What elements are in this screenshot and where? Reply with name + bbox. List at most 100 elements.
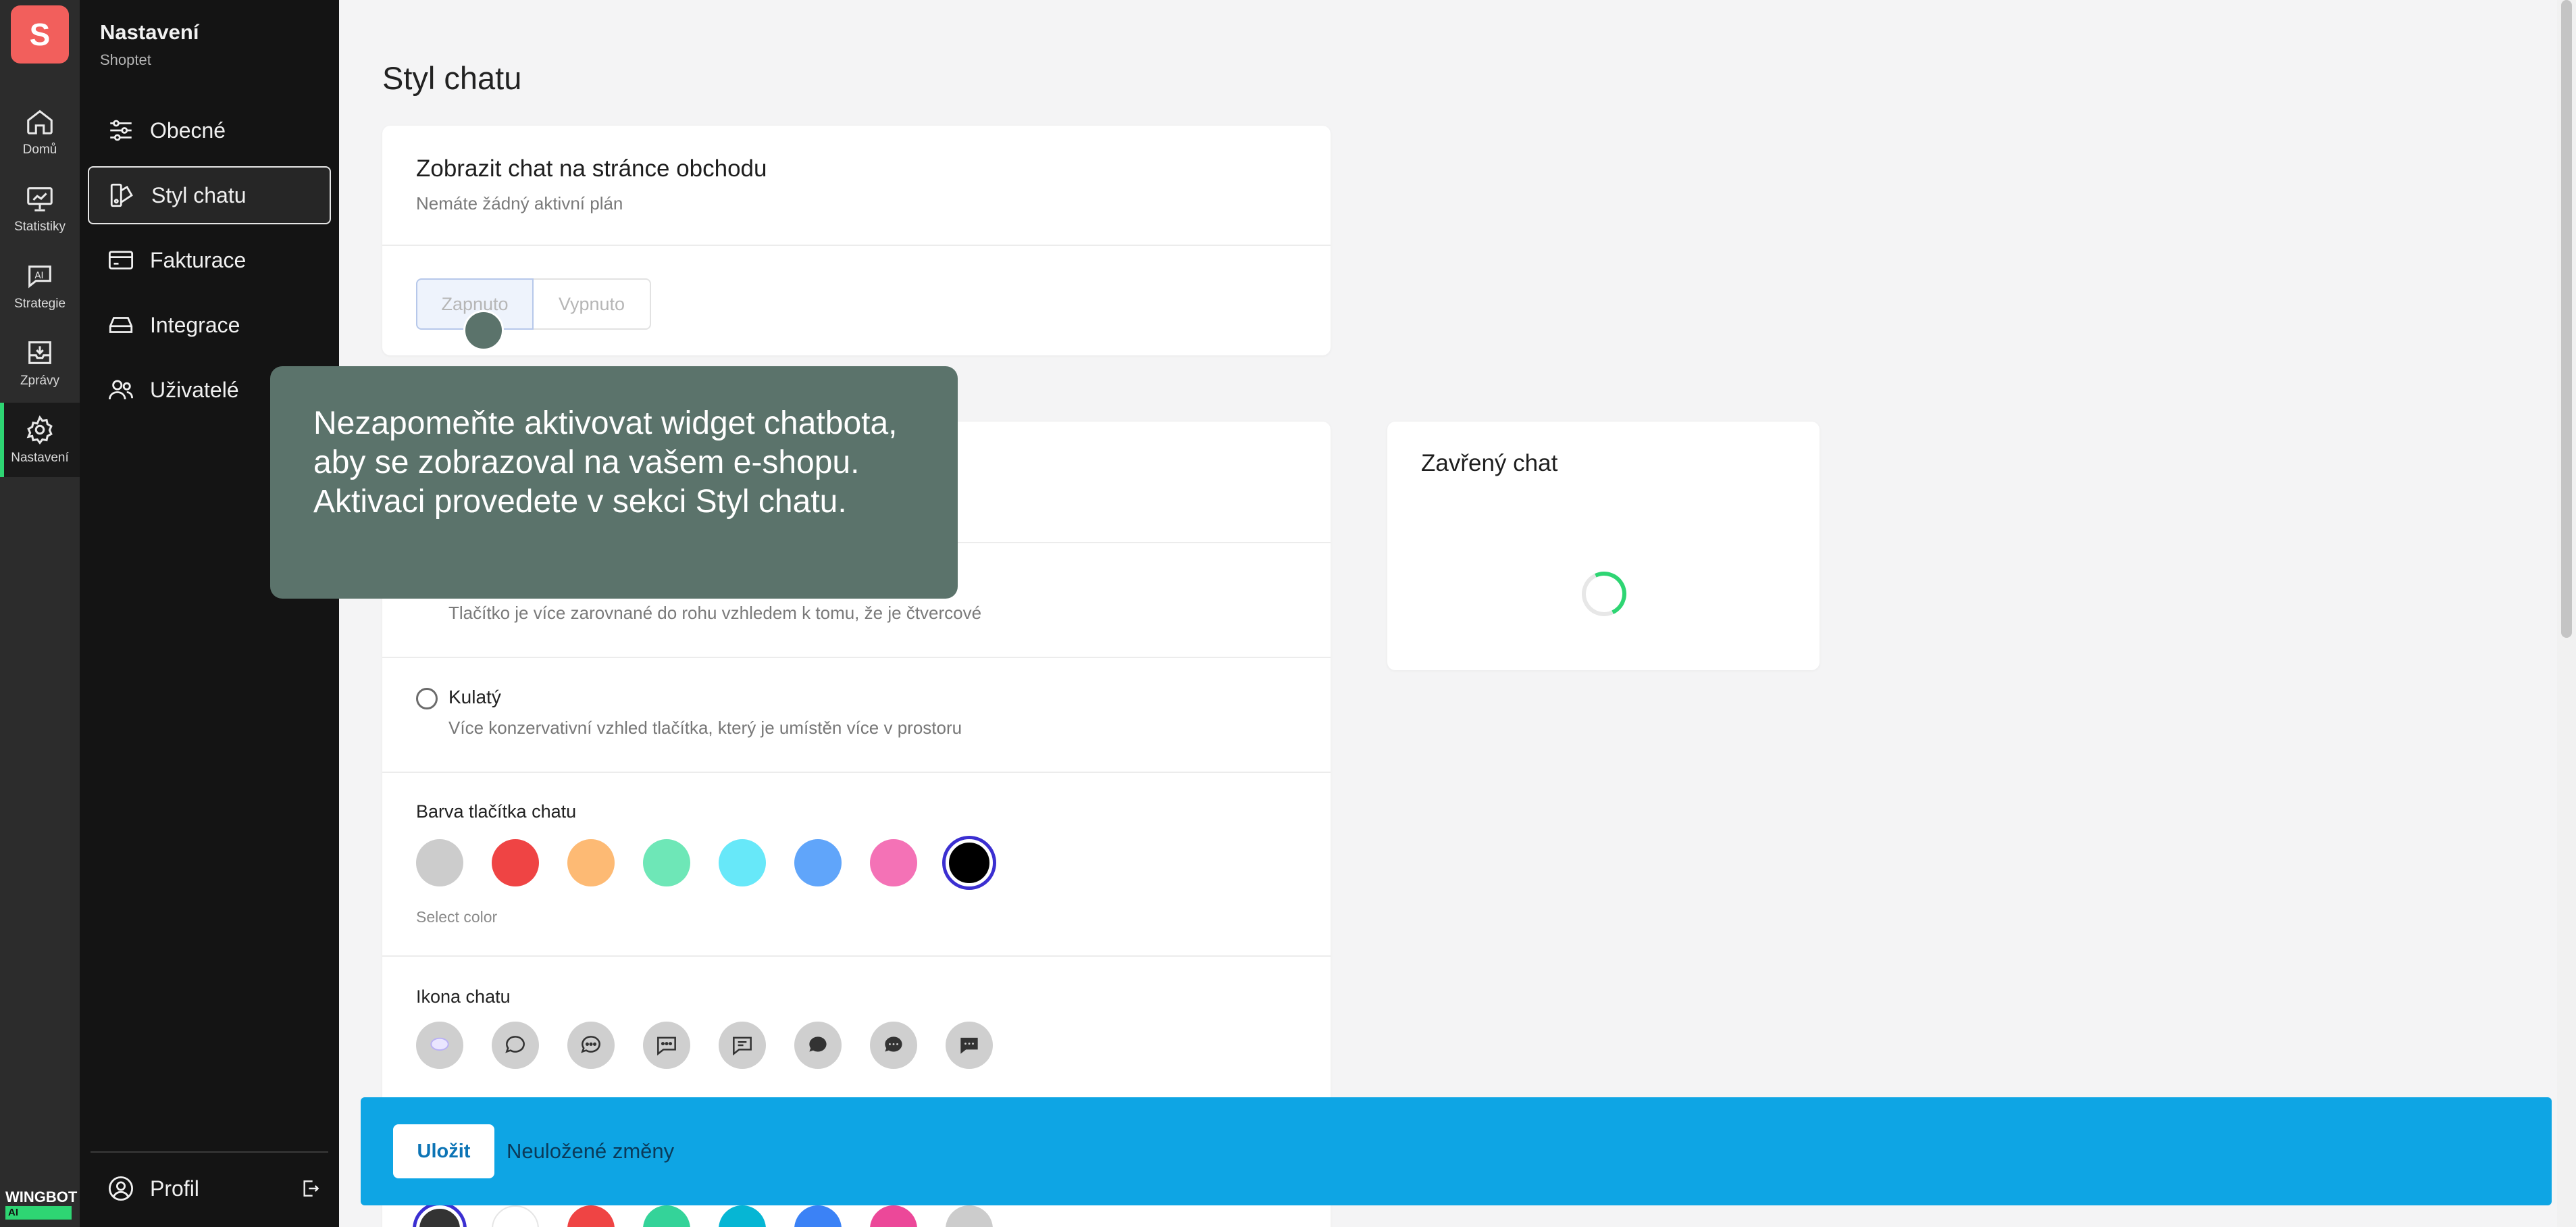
secondary-color-swatches	[416, 1205, 993, 1227]
tooltip-pointer-dot	[463, 310, 504, 351]
button-color-swatches	[416, 839, 993, 886]
color-swatch[interactable]	[870, 1205, 917, 1227]
toggle-off-button[interactable]: Vypnuto	[534, 278, 651, 330]
square-option-desc: Tlačítko je více zarovnané do rohu vzhle…	[448, 603, 982, 623]
round-option-label: Kulatý	[448, 686, 501, 707]
icon-option-square-filled-dots[interactable]	[946, 1022, 993, 1069]
loading-spinner-icon	[1575, 565, 1633, 623]
card-divider	[382, 657, 1331, 658]
round-radio[interactable]	[416, 688, 438, 709]
onboarding-tooltip: Nezapomeňte aktivovat widget chatbota, a…	[270, 366, 958, 599]
chat-dots-icon	[581, 1036, 600, 1053]
color-swatch[interactable]	[492, 839, 539, 886]
sidebar-title: Nastavení	[100, 20, 199, 44]
rail-label: Domů	[22, 143, 57, 157]
sidebar-item-label: Fakturace	[150, 247, 247, 272]
sidebar-item-integrations[interactable]: Integrace	[88, 296, 331, 354]
color-swatch[interactable]	[719, 839, 766, 886]
brand-ai: AI	[5, 1206, 72, 1220]
sidebar-item-label: Obecné	[150, 118, 226, 143]
sidebar-item-label: Uživatelé	[150, 377, 239, 402]
color-swatch[interactable]	[492, 1205, 539, 1227]
visibility-toggle: Zapnuto Vypnuto	[416, 278, 651, 330]
rail-item-home[interactable]: Domů	[0, 95, 80, 169]
color-swatch[interactable]	[567, 1205, 615, 1227]
chat-filled-dots-icon	[885, 1036, 902, 1052]
message-square-text-icon	[733, 1036, 752, 1056]
icon-option-bubble-filled[interactable]	[794, 1022, 842, 1069]
message-square-dots-icon	[657, 1036, 676, 1056]
palette-icon	[110, 183, 133, 207]
icon-option-bubble-light[interactable]	[416, 1022, 463, 1069]
icon-rail: S Domů Statistiky AI Strategie Zprávy Na…	[0, 0, 80, 1227]
color-swatch[interactable]	[567, 839, 615, 886]
sidebar-item-label: Profil	[150, 1176, 199, 1201]
gear-icon	[26, 415, 53, 445]
chat-filled-icon	[809, 1036, 827, 1052]
icon-option-bubble-dots[interactable]	[567, 1022, 615, 1069]
home-icon	[27, 109, 53, 134]
icon-option-square-lines[interactable]	[719, 1022, 766, 1069]
sidebar-item-label: Integrace	[150, 312, 240, 337]
icon-option-square-dots[interactable]	[643, 1022, 690, 1069]
user-circle-icon	[108, 1176, 134, 1201]
brand-name: WINGBOT	[5, 1188, 78, 1205]
page-title: Styl chatu	[382, 60, 522, 96]
rail-label: Strategie	[14, 297, 66, 311]
color-swatch[interactable]	[946, 839, 993, 886]
sidebar-divider	[91, 1151, 328, 1153]
unsaved-changes-message: Neuložené změny	[507, 1139, 675, 1163]
save-button[interactable]: Uložit	[393, 1124, 494, 1178]
sidebar-subtitle: Shoptet	[100, 51, 151, 68]
svg-text:AI: AI	[34, 271, 43, 281]
color-swatch[interactable]	[416, 839, 463, 886]
rail-label: Nastavení	[11, 451, 69, 465]
sidebar-item-billing[interactable]: Fakturace	[88, 231, 331, 289]
closed-chat-preview-card: Zavřený chat	[1387, 422, 1820, 670]
main-content: Styl chatu Zobrazit chat na stránce obch…	[339, 0, 2556, 1227]
button-color-label: Barva tlačítka chatu	[416, 801, 577, 822]
rail-item-settings[interactable]: Nastavení	[0, 403, 80, 477]
visibility-heading: Zobrazit chat na stránce obchodu	[416, 155, 767, 182]
color-swatch[interactable]	[946, 1205, 993, 1227]
color-swatch[interactable]	[719, 1205, 766, 1227]
scrollbar-thumb[interactable]	[2561, 0, 2572, 638]
sidebar-item-general[interactable]: Obecné	[88, 101, 331, 159]
card-divider	[382, 955, 1331, 957]
app-logo[interactable]: S	[11, 5, 69, 64]
credit-card-icon	[108, 251, 134, 270]
inbox-icon	[28, 341, 51, 364]
round-option-desc: Více konzervativní vzhled tlačítka, kter…	[448, 718, 962, 738]
logout-icon[interactable]	[300, 1178, 321, 1199]
settings-sidebar: Nastavení Shoptet Obecné Styl chatu Fakt…	[80, 0, 339, 1227]
color-swatch[interactable]	[794, 1205, 842, 1227]
card-divider	[382, 772, 1331, 773]
color-swatch[interactable]	[643, 1205, 690, 1227]
sidebar-item-label: Styl chatu	[151, 182, 247, 207]
color-swatch[interactable]	[416, 1205, 463, 1227]
icon-option-bubble-outline[interactable]	[492, 1022, 539, 1069]
sidebar-item-chat-style[interactable]: Styl chatu	[88, 166, 331, 224]
round-option[interactable]: Kulatý Více konzervativní vzhled tlačítk…	[416, 686, 962, 738]
users-icon	[108, 380, 134, 400]
rail-item-strategy[interactable]: AI Strategie	[0, 249, 80, 323]
chat-icon-label: Ikona chatu	[416, 986, 511, 1007]
rail-item-statistics[interactable]: Statistiky	[0, 172, 80, 246]
visibility-subtext: Nemáte žádný aktivní plán	[416, 193, 623, 214]
sidebar-item-profile[interactable]: Profil	[88, 1159, 331, 1218]
select-color-hint: Select color	[416, 908, 498, 926]
speech-bubble-icon	[430, 1037, 449, 1051]
color-swatch[interactable]	[870, 839, 917, 886]
visibility-card: Zobrazit chat na stránce obchodu Nemáte …	[382, 126, 1331, 355]
rail-item-messages[interactable]: Zprávy	[0, 326, 80, 400]
chart-board-icon	[27, 187, 53, 211]
color-swatch[interactable]	[794, 839, 842, 886]
card-divider	[382, 245, 1331, 246]
unsaved-changes-bar: Uložit Neuložené změny	[361, 1097, 2552, 1205]
color-swatch[interactable]	[643, 839, 690, 886]
tooltip-text: Nezapomeňte aktivovat widget chatbota, a…	[313, 405, 898, 520]
ai-chat-icon: AI	[28, 266, 51, 289]
rail-label: Zprávy	[20, 374, 60, 388]
page-scrollbar[interactable]	[2557, 0, 2576, 1227]
icon-option-bubble-filled-dots[interactable]	[870, 1022, 917, 1069]
